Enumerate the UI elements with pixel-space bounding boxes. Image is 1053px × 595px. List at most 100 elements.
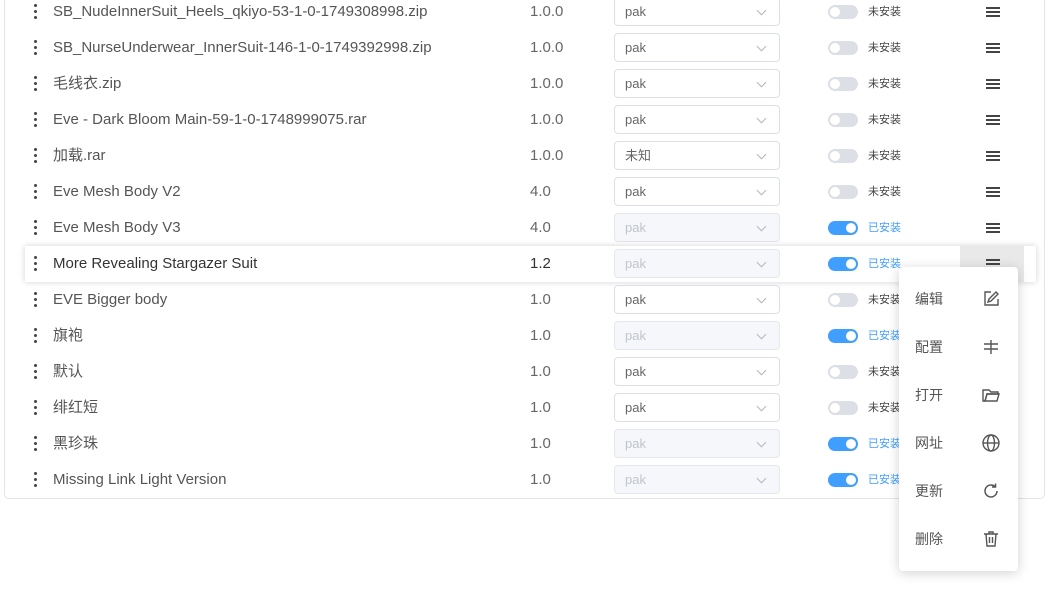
mod-type-select: pak: [614, 249, 780, 278]
context-menu-item[interactable]: 删除: [899, 515, 1018, 563]
context-menu-item[interactable]: 配置: [899, 323, 1018, 371]
install-toggle[interactable]: [828, 77, 858, 91]
row-menu-button[interactable]: [960, 174, 1024, 210]
drag-handle-icon[interactable]: [33, 3, 39, 21]
mod-type-select[interactable]: pak: [614, 0, 780, 26]
install-toggle[interactable]: [828, 5, 858, 19]
install-status: 未安装: [868, 402, 901, 414]
context-menu-item[interactable]: 打开: [899, 371, 1018, 419]
mod-version: 1.0.0: [530, 3, 564, 20]
drag-handle-icon[interactable]: [33, 75, 39, 93]
drag-handle-icon[interactable]: [33, 399, 39, 417]
mod-version: 4.0: [530, 219, 551, 236]
mod-type-select[interactable]: pak: [614, 393, 780, 422]
drag-handle-icon[interactable]: [33, 363, 39, 381]
mod-row[interactable]: 默认 1.0 pak 未安装: [25, 354, 1036, 390]
drag-handle-icon[interactable]: [33, 219, 39, 237]
menu-icon: [986, 115, 1000, 125]
mod-name: SB_NudeInnerSuit_Heels_qkiyo-53-1-0-1749…: [53, 3, 428, 20]
mod-type-select[interactable]: pak: [614, 357, 780, 386]
row-context-menu: 编辑 配置 打开 网址 更新 删除: [899, 267, 1018, 571]
mod-row[interactable]: 毛线衣.zip 1.0.0 pak 未安装: [25, 66, 1036, 102]
mod-row[interactable]: More Revealing Stargazer Suit 1.2 pak 已安…: [25, 246, 1036, 282]
mod-type-select: pak: [614, 465, 780, 494]
row-menu-button[interactable]: [960, 0, 1024, 30]
install-toggle[interactable]: [828, 437, 858, 451]
mod-name: 加载.rar: [53, 147, 106, 164]
install-toggle[interactable]: [828, 365, 858, 379]
context-menu-label: 网址: [915, 435, 943, 451]
row-menu-button[interactable]: [960, 102, 1024, 138]
install-toggle[interactable]: [828, 293, 858, 307]
drag-handle-icon[interactable]: [33, 255, 39, 273]
drag-handle-icon[interactable]: [33, 111, 39, 129]
mod-row[interactable]: EVE Bigger body 1.0 pak 未安装: [25, 282, 1036, 318]
mod-name: Eve Mesh Body V3: [53, 219, 181, 236]
mod-type-select[interactable]: 未知: [614, 141, 780, 170]
mod-name: SB_NurseUnderwear_InnerSuit-146-1-0-1749…: [53, 39, 432, 56]
install-toggle[interactable]: [828, 257, 858, 271]
drag-handle-icon[interactable]: [33, 471, 39, 489]
row-menu-button[interactable]: [960, 30, 1024, 66]
drag-handle-icon[interactable]: [33, 291, 39, 309]
chevron-down-icon: [756, 473, 767, 484]
drag-handle-icon[interactable]: [33, 183, 39, 201]
mod-type-select[interactable]: pak: [614, 105, 780, 134]
install-toggle[interactable]: [828, 221, 858, 235]
install-toggle[interactable]: [828, 401, 858, 415]
install-status: 已安装: [868, 258, 901, 270]
mod-type-value: pak: [625, 364, 646, 379]
menu-icon: [986, 223, 1000, 233]
install-toggle[interactable]: [828, 149, 858, 163]
mod-row[interactable]: Eve Mesh Body V2 4.0 pak 未安装: [25, 174, 1036, 210]
mod-name: 黑珍珠: [53, 435, 99, 452]
mod-type-value: pak: [625, 256, 646, 271]
mod-type-select[interactable]: pak: [614, 69, 780, 98]
install-status: 未安装: [868, 114, 901, 126]
drag-handle-icon[interactable]: [33, 435, 39, 453]
mod-row[interactable]: Eve - Dark Bloom Main-59-1-0-1748999075.…: [25, 102, 1036, 138]
mod-type-select[interactable]: pak: [614, 285, 780, 314]
mod-row[interactable]: Missing Link Light Version 1.0 pak 已安装: [25, 462, 1036, 498]
mod-type-select[interactable]: pak: [614, 177, 780, 206]
chevron-down-icon: [756, 41, 767, 52]
context-menu-label: 更新: [915, 483, 943, 499]
install-toggle[interactable]: [828, 473, 858, 487]
mod-row[interactable]: 黑珍珠 1.0 pak 已安装: [25, 426, 1036, 462]
drag-handle-icon[interactable]: [33, 327, 39, 345]
mod-row[interactable]: 加载.rar 1.0.0 未知 未安装: [25, 138, 1036, 174]
mod-row[interactable]: Eve Mesh Body V3 4.0 pak 已安装: [25, 210, 1036, 246]
mod-version: 1.0: [530, 471, 551, 488]
mod-version: 1.0.0: [530, 39, 564, 56]
mod-row[interactable]: SB_NudeInnerSuit_Heels_qkiyo-53-1-0-1749…: [25, 0, 1036, 30]
install-toggle[interactable]: [828, 113, 858, 127]
context-menu-label: 编辑: [915, 291, 943, 307]
chevron-down-icon: [756, 5, 767, 16]
chevron-down-icon: [756, 401, 767, 412]
row-menu-button[interactable]: [960, 210, 1024, 246]
mod-type-value: pak: [625, 112, 646, 127]
mod-type-value: pak: [625, 40, 646, 55]
row-menu-button[interactable]: [960, 138, 1024, 174]
install-toggle[interactable]: [828, 329, 858, 343]
mod-row[interactable]: 旗袍 1.0 pak 已安装: [25, 318, 1036, 354]
mod-type-select[interactable]: pak: [614, 33, 780, 62]
mod-row[interactable]: SB_NurseUnderwear_InnerSuit-146-1-0-1749…: [25, 30, 1036, 66]
row-menu-button[interactable]: [960, 66, 1024, 102]
mod-name: 旗袍: [53, 327, 84, 344]
install-status: 未安装: [868, 186, 901, 198]
install-toggle[interactable]: [828, 41, 858, 55]
drag-handle-icon[interactable]: [33, 147, 39, 165]
context-menu-item[interactable]: 网址: [899, 419, 1018, 467]
install-status: 已安装: [868, 330, 901, 342]
globe-icon: [981, 433, 1001, 453]
drag-handle-icon[interactable]: [33, 39, 39, 57]
chevron-down-icon: [756, 329, 767, 340]
context-menu-item[interactable]: 编辑: [899, 275, 1018, 323]
trash-icon: [981, 529, 1001, 549]
refresh-icon: [981, 481, 1001, 501]
mod-row[interactable]: 绯红短 1.0 pak 未安装: [25, 390, 1036, 426]
install-toggle[interactable]: [828, 185, 858, 199]
context-menu-item[interactable]: 更新: [899, 467, 1018, 515]
mod-version: 1.0: [530, 327, 551, 344]
